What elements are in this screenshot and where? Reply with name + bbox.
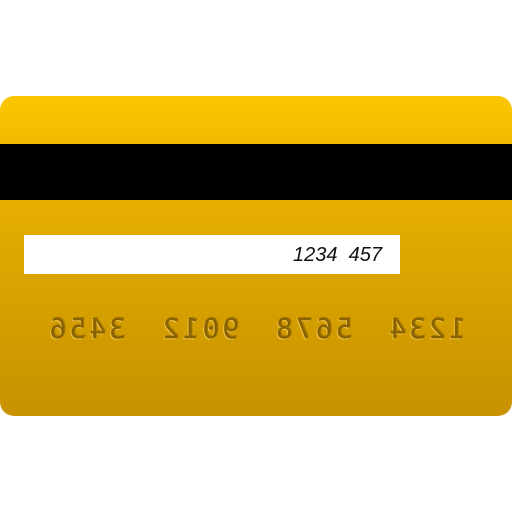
security-code: 1234 457 [293, 244, 382, 266]
embossed-card-number: 1234 5678 9012 3456 [46, 312, 466, 345]
signature-panel: 1234 457 [24, 235, 400, 274]
card-back: 1234 457 1234 5678 9012 3456 [0, 96, 512, 416]
magnetic-stripe [0, 144, 512, 200]
